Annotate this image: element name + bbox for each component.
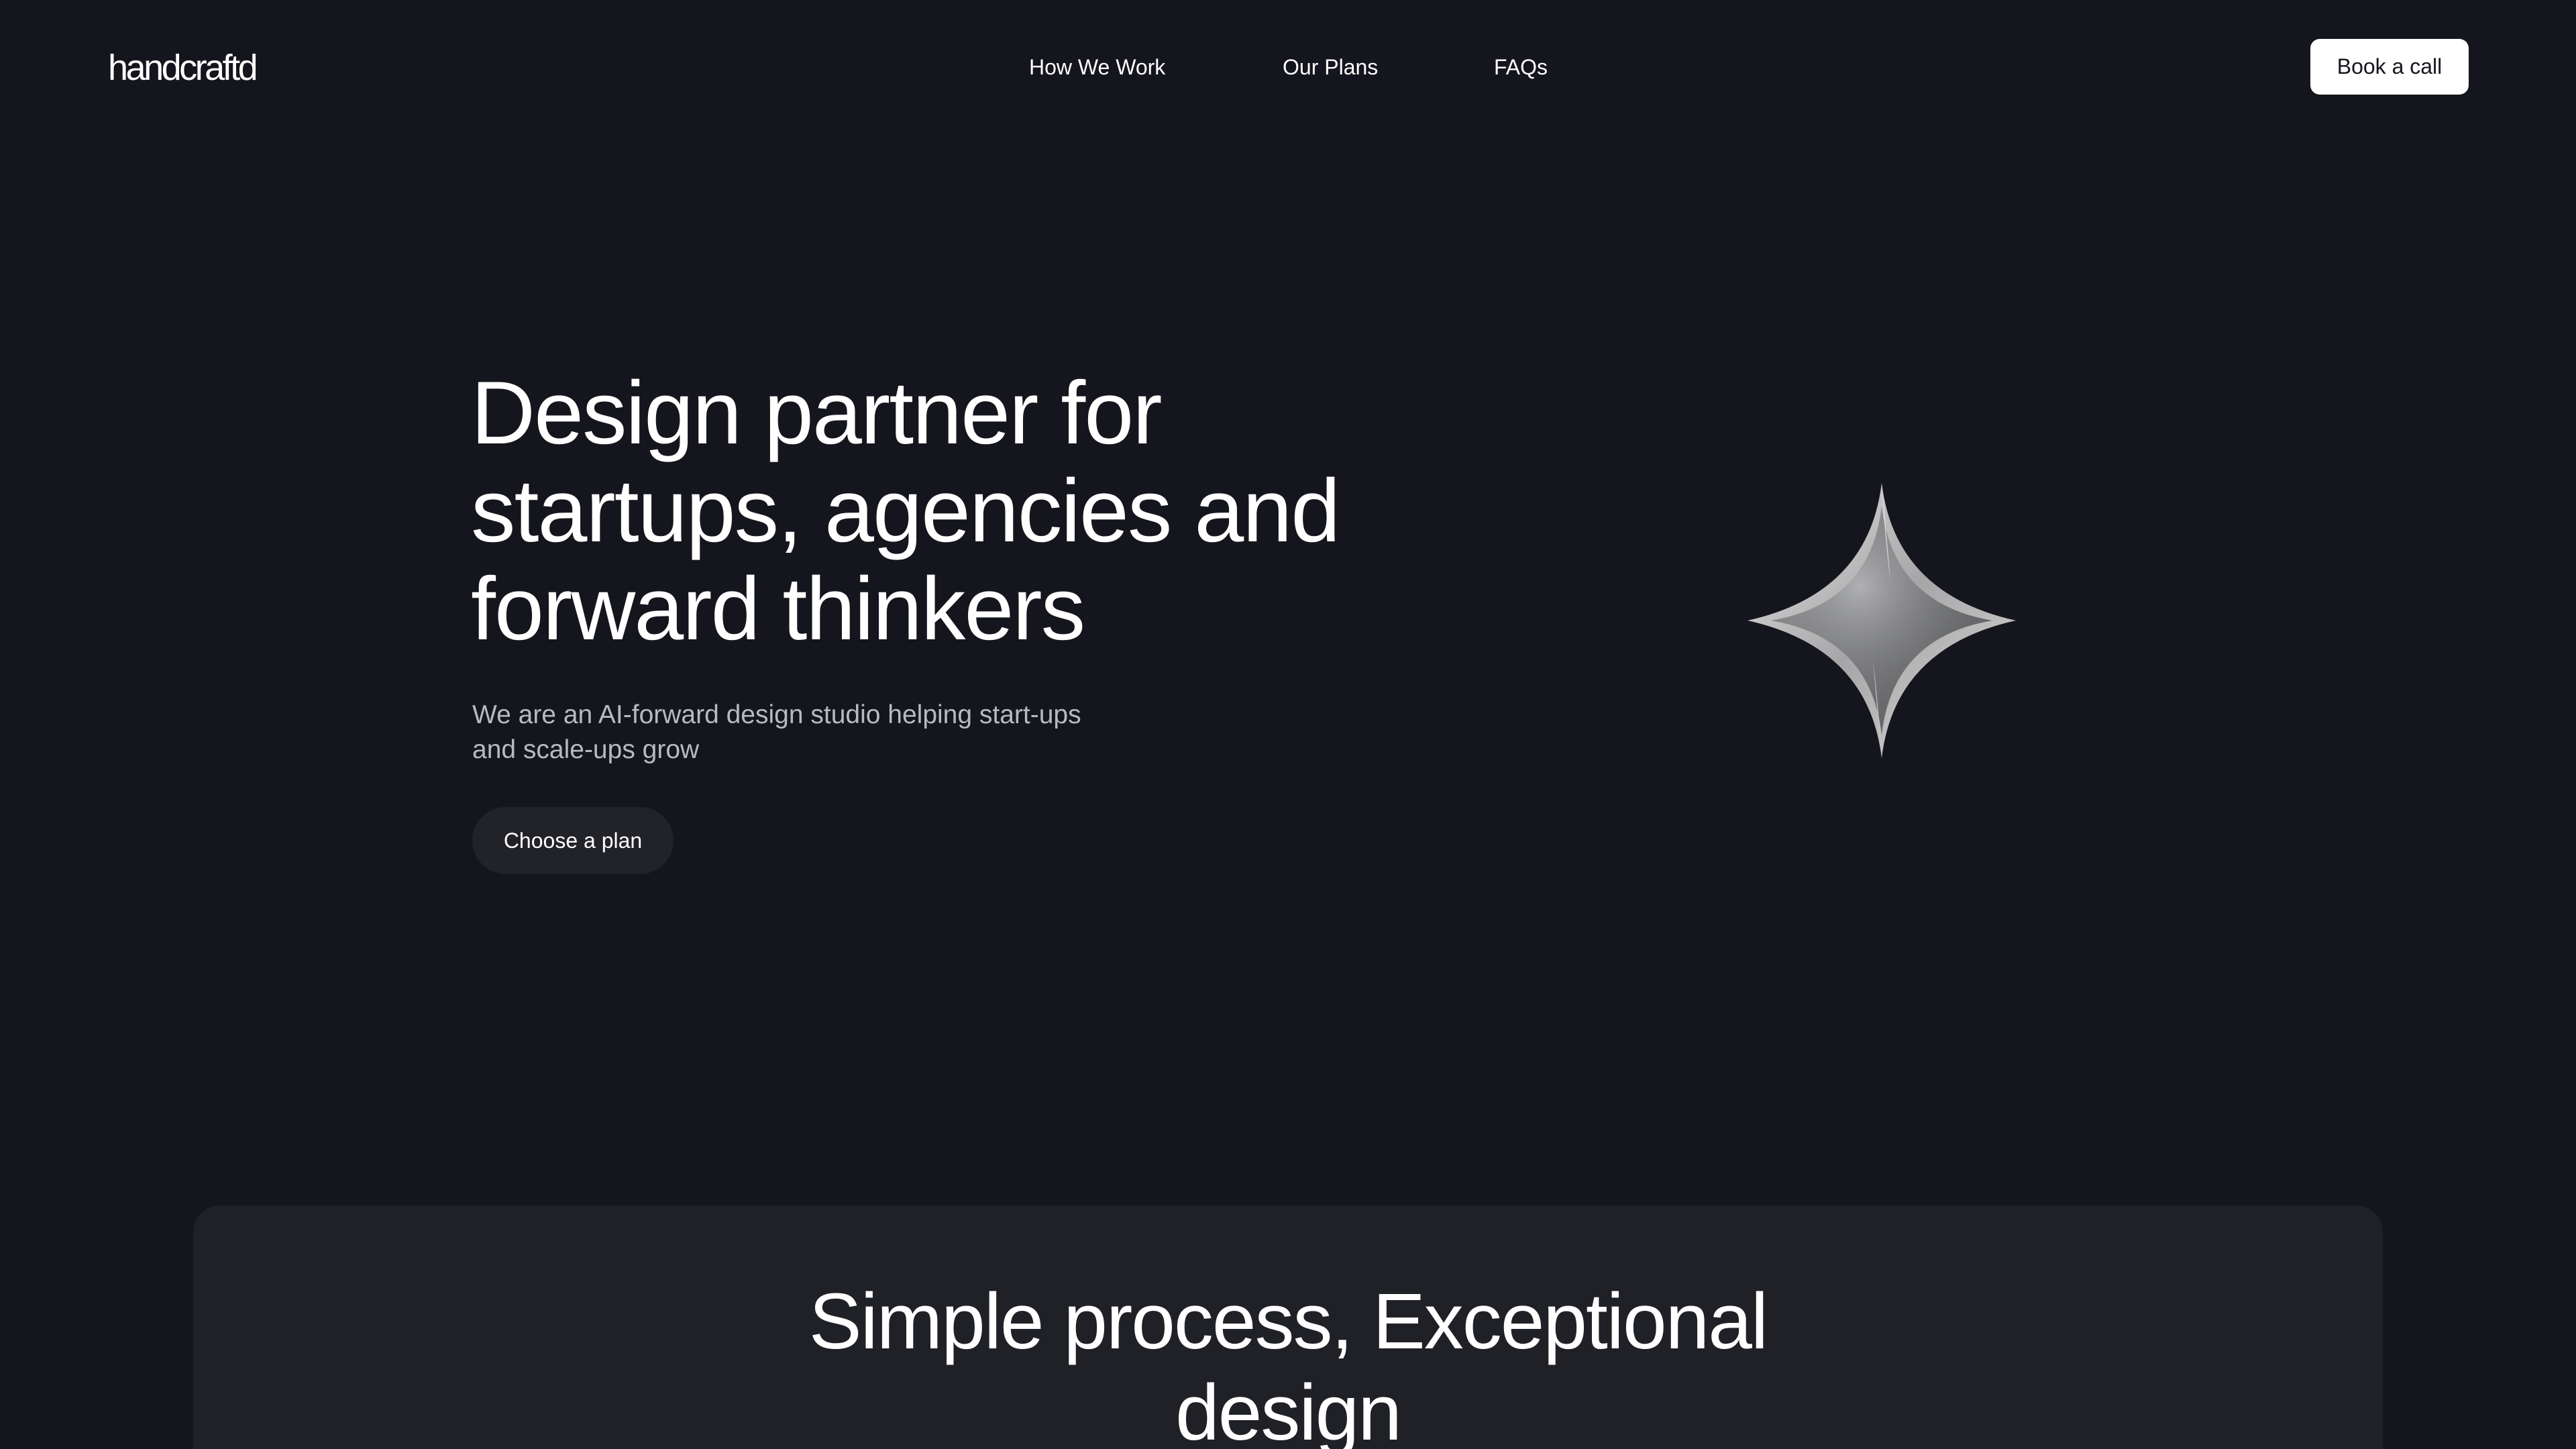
main-nav: How We Work Our Plans FAQs <box>0 52 2576 82</box>
book-a-call-button[interactable]: Book a call <box>2310 39 2469 95</box>
hero-title-line: startups, agencies and <box>471 462 1340 561</box>
hero-subtitle: We are an AI-forward design studio helpi… <box>472 698 1143 767</box>
landing-page: handcraftd How We Work Our Plans FAQs Bo… <box>0 0 2576 1449</box>
process-title-line: Simple process, Exceptional <box>808 1277 1768 1366</box>
process-title-line: design <box>1175 1368 1402 1449</box>
hero-subtitle-line: We are an AI-forward design studio helpi… <box>472 700 1081 729</box>
choose-a-plan-button[interactable]: Choose a plan <box>472 807 674 874</box>
hero-title-line: Design partner for <box>471 364 1163 463</box>
process-section-card: Simple process, Exceptional design <box>193 1205 2383 1449</box>
hero-subtitle-line: and scale-ups grow <box>472 735 700 764</box>
nav-link-our-plans[interactable]: Our Plans <box>1283 52 1378 82</box>
nav-link-how-we-work[interactable]: How We Work <box>1029 52 1165 82</box>
sparkle-star-icon <box>1744 480 2019 761</box>
nav-link-faqs[interactable]: FAQs <box>1494 52 1548 82</box>
hero-title: Design partner for startups, agencies an… <box>471 364 1544 658</box>
process-section-title: Simple process, Exceptional design <box>193 1276 2383 1449</box>
hero-title-line: forward thinkers <box>471 559 1085 659</box>
